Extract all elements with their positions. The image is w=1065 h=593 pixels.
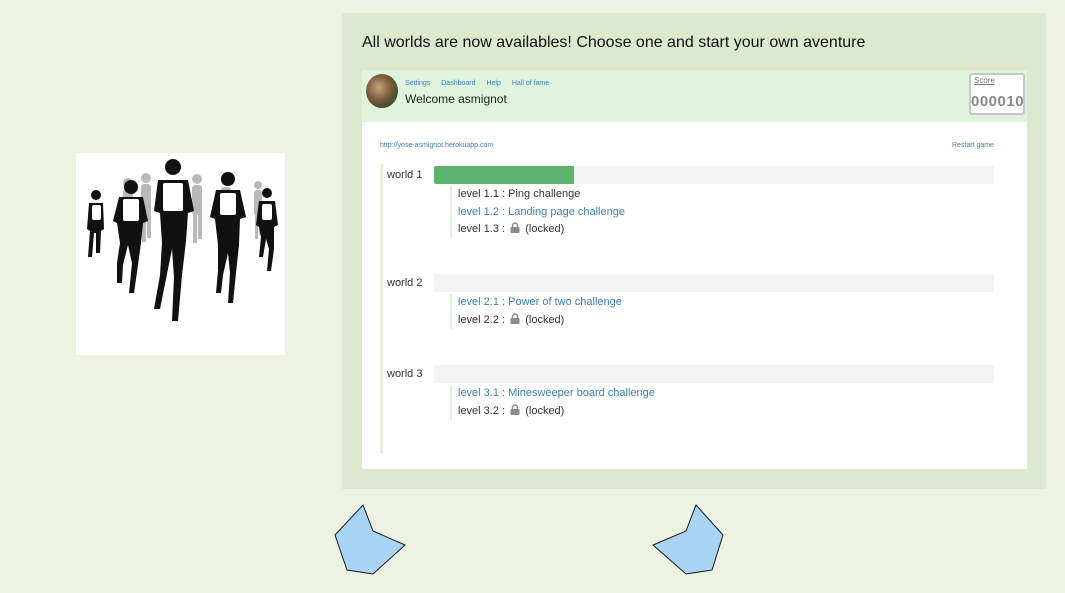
- score-value: 000010: [971, 93, 1025, 110]
- level-item-link[interactable]: level 2.1 : Power of two challenge: [458, 294, 622, 312]
- level-label: level 1.3 :: [458, 223, 506, 235]
- lock-icon: [510, 222, 520, 233]
- level-list: level 2.1 : Power of two challenge level…: [450, 294, 622, 329]
- worlds-content: http://yose-asmignot.herokuapp.com Resta…: [362, 122, 1027, 469]
- runners-image: [76, 153, 285, 355]
- level-list: level 3.1 : Minesweeper board challenge …: [450, 385, 655, 420]
- headline: All worlds are now availables! Choose on…: [362, 34, 866, 51]
- locked-text: (locked): [525, 223, 565, 235]
- lock-icon: [510, 403, 520, 415]
- nav-dashboard-link[interactable]: Dashboard: [441, 80, 475, 87]
- world-progress-fill: [434, 166, 574, 184]
- level-item-link[interactable]: level 1.2 : Landing page challenge: [458, 204, 625, 222]
- world-progress-bar: [434, 274, 994, 292]
- worlds-divider: [380, 164, 383, 453]
- level-label: level 3.2 :: [458, 404, 506, 417]
- level-item-link[interactable]: level 3.1 : Minesweeper board challenge: [458, 385, 655, 403]
- top-nav: Settings Dashboard Help Hall of fame: [405, 80, 558, 87]
- world-label: world 2: [387, 277, 423, 289]
- restart-game-link[interactable]: Restart game: [952, 142, 994, 149]
- next-arrow-icon[interactable]: [650, 503, 726, 577]
- nav-help-link[interactable]: Help: [486, 80, 500, 87]
- level-item-locked: level 3.2 : (locked): [458, 403, 655, 421]
- world-label: world 3: [387, 368, 423, 380]
- score-box: Score 000010: [969, 73, 1025, 115]
- level-list: level 1.1 : Ping challenge level 1.2 : L…: [450, 186, 625, 239]
- level-item-locked: level 1.3 : (locked): [458, 221, 625, 239]
- prev-arrow-icon[interactable]: [333, 503, 409, 577]
- world-progress-bar: [434, 365, 994, 383]
- welcome-text: Welcome asmignot: [405, 92, 507, 106]
- score-label: Score: [974, 76, 995, 85]
- level-label: level 2.2 :: [458, 313, 506, 326]
- main-panel: All worlds are now availables! Choose on…: [342, 13, 1046, 489]
- level-item-locked: level 2.2 : (locked): [458, 312, 622, 330]
- locked-text: (locked): [525, 313, 565, 326]
- avatar: [366, 74, 398, 108]
- nav-hall-of-fame-link[interactable]: Hall of fame: [512, 80, 549, 87]
- nav-settings-link[interactable]: Settings: [405, 80, 430, 87]
- world-label: world 1: [387, 169, 423, 181]
- header-bar: Settings Dashboard Help Hall of fame Wel…: [362, 70, 1027, 122]
- locked-text: (locked): [525, 404, 565, 417]
- player-url-link[interactable]: http://yose-asmignot.herokuapp.com: [380, 142, 493, 149]
- level-item: level 1.1 : Ping challenge: [458, 188, 581, 200]
- lock-icon: [510, 312, 520, 324]
- world-progress-bar: [434, 166, 994, 184]
